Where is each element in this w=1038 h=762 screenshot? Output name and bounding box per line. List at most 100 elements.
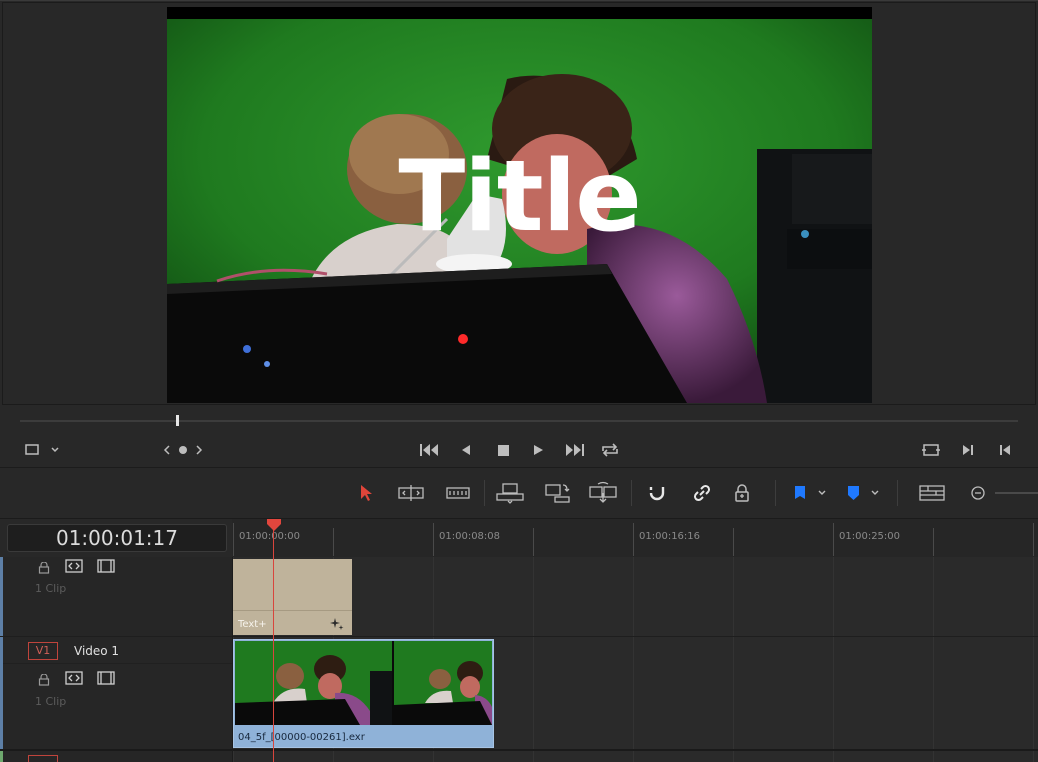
track-destination-badge[interactable]: V1 (28, 642, 58, 660)
clip-divider (233, 610, 352, 611)
ruler-tick (633, 523, 634, 556)
divider (0, 0, 1038, 1)
play-reverse-icon (462, 445, 470, 455)
ruler-label: 01:00:16:16 (639, 531, 701, 542)
ruler-tick (833, 523, 834, 556)
timeline-view-options-button[interactable] (917, 483, 947, 503)
go-to-first-frame-button[interactable] (418, 441, 442, 459)
auto-select-button[interactable] (65, 670, 83, 689)
ruler-tick (333, 528, 334, 556)
stop-button[interactable] (493, 441, 513, 459)
film-icon (97, 671, 115, 685)
toolbar-separator (897, 480, 898, 506)
grid-line (633, 557, 634, 762)
track-clip-count: 1 Clip (35, 695, 67, 708)
grid-line (533, 557, 534, 762)
next-edit-button[interactable] (959, 441, 977, 459)
track-selected-indicator (0, 637, 3, 749)
ruler-tick (233, 523, 234, 556)
play-reverse-button[interactable] (456, 441, 476, 459)
viewer-mode-button[interactable] (24, 442, 60, 458)
zoom-out-icon (971, 486, 985, 500)
toolbar-separator (775, 480, 776, 506)
replace-clip-icon (589, 481, 617, 503)
insert-clip-icon (496, 483, 524, 504)
track-lock-button[interactable] (37, 671, 51, 690)
match-frame-icon (922, 444, 940, 456)
grid-line (933, 557, 934, 762)
timeline-ruler[interactable] (232, 519, 1038, 558)
loop-icon (602, 443, 618, 457)
auto-select-button[interactable] (65, 558, 83, 577)
linked-selection-icon (693, 484, 711, 502)
previous-edit-button[interactable] (996, 441, 1014, 459)
jog-wheel-icon (163, 445, 203, 455)
viewer-scrubber-track[interactable] (20, 420, 1018, 422)
go-to-last-frame-button[interactable] (562, 441, 586, 459)
flag-button[interactable] (791, 483, 831, 503)
track-enable-button[interactable] (97, 670, 115, 689)
loop-button[interactable] (599, 441, 621, 459)
clip-label: Text+ (238, 619, 267, 630)
selection-mode-button[interactable] (356, 482, 376, 504)
next-edit-icon (963, 445, 973, 455)
toolbar-separator (631, 480, 632, 506)
snapping-button[interactable] (645, 482, 669, 504)
ruler-tick (733, 528, 734, 556)
track-clip-count: 1 Clip (35, 582, 67, 595)
dynamic-trim-button[interactable] (444, 482, 472, 504)
marker-button[interactable] (844, 483, 884, 503)
auto-select-icon (65, 671, 83, 685)
grid-line (833, 557, 834, 762)
auto-select-icon (65, 559, 83, 573)
match-frame-button[interactable] (920, 441, 942, 459)
playhead-line[interactable] (273, 527, 274, 762)
ruler-tick (1033, 523, 1034, 556)
snapping-icon (649, 487, 665, 501)
position-lock-button[interactable] (731, 482, 753, 504)
insert-clip-button[interactable] (494, 480, 526, 506)
ruler-tick (433, 523, 434, 556)
ruler-label: 01:00:00:00 (239, 531, 301, 542)
audio-track-indicator (0, 751, 3, 762)
video-preview[interactable]: Title (167, 7, 872, 403)
blade-edit-icon (446, 487, 470, 499)
trim-edit-icon (398, 485, 424, 501)
clip-label: 04_5f_[00000-00261].exr (238, 732, 365, 743)
zoom-slider[interactable] (995, 492, 1038, 494)
linked-selection-button[interactable] (690, 482, 714, 504)
toolbar-separator (484, 480, 485, 506)
play-button[interactable] (528, 441, 548, 459)
ruler-label: 01:00:08:08 (439, 531, 501, 542)
timeline-timecode[interactable]: 01:00:01:17 (7, 524, 227, 552)
stop-icon (498, 445, 509, 456)
selection-mode-icon (361, 485, 372, 501)
lock-icon (38, 561, 50, 574)
track-enable-button[interactable] (97, 558, 115, 577)
track-header-divider (3, 663, 232, 664)
go-to-last-frame-icon (566, 444, 584, 456)
track-lock-button[interactable] (37, 559, 51, 578)
zoom-out-button[interactable] (968, 483, 988, 503)
playhead-handle[interactable] (266, 518, 282, 532)
overwrite-clip-icon (545, 484, 570, 503)
track-name[interactable]: Video 1 (74, 644, 119, 658)
title-text-overlay[interactable]: Title (167, 147, 872, 247)
go-to-first-frame-icon (420, 444, 438, 456)
effects-sparkle-icon (329, 616, 345, 636)
ruler-label: 01:00:25:00 (839, 531, 901, 542)
position-lock-icon (735, 484, 749, 502)
overwrite-clip-button[interactable] (542, 480, 572, 506)
marker-icon (848, 486, 879, 500)
jog-control[interactable] (160, 442, 206, 458)
ruler-tick (533, 528, 534, 556)
trim-edit-button[interactable] (396, 482, 426, 504)
flag-icon (795, 486, 826, 499)
viewer-scrubber-handle[interactable] (176, 415, 179, 426)
track-divider (0, 636, 1038, 637)
film-icon (97, 559, 115, 573)
lock-icon (38, 673, 50, 686)
replace-clip-button[interactable] (587, 480, 619, 506)
audio-track-badge[interactable] (28, 755, 58, 762)
previous-edit-icon (1000, 445, 1010, 455)
